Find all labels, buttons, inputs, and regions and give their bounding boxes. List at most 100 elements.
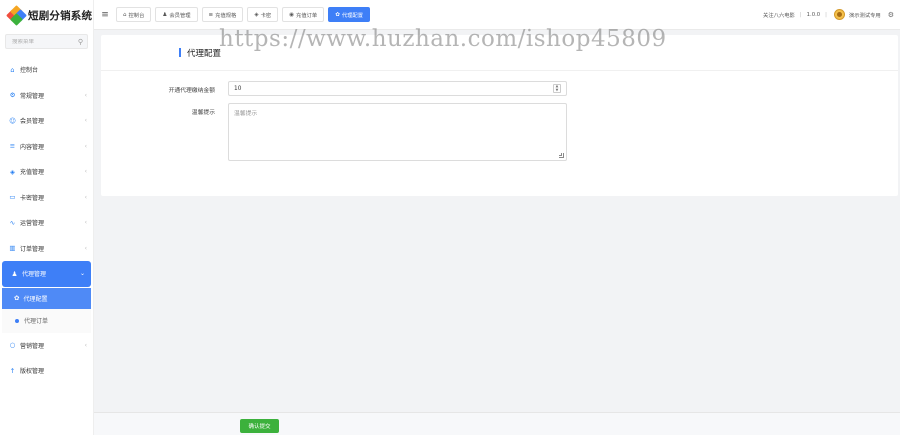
search-icon[interactable]: ⚲: [78, 38, 83, 46]
follow-link[interactable]: 关注八六电影: [763, 11, 795, 19]
chevron-left-icon: ‹: [84, 244, 87, 252]
chevron-left-icon: ‹: [84, 341, 87, 349]
sidebar-item-agents[interactable]: ♟ 代理管理 ⌄: [2, 261, 91, 287]
chevron-left-icon: ‹: [84, 142, 87, 150]
submit-button[interactable]: 确认提交: [240, 419, 279, 433]
tip-label: 温馨提示: [191, 110, 215, 116]
number-spinner[interactable]: ▲ ▼: [553, 84, 561, 93]
sidebar-item-label: 会员管理: [20, 118, 45, 126]
resize-handle-icon[interactable]: [559, 153, 564, 158]
sidebar-item-operations[interactable]: ∿ 运营管理 ‹: [0, 210, 93, 236]
top-header: ≡ ⌂ 控制台 ♟ 会员管理 ≡ 充值规格 ◈ 卡密 ◉ 充值订单 ✿ 代理配置…: [94, 0, 900, 30]
settings-icon[interactable]: ⚙: [888, 11, 894, 19]
sidebar-item-copyright[interactable]: ↑ 版权管理: [0, 358, 93, 384]
app-logo[interactable]: 短剧分销系统: [0, 0, 93, 30]
sidebar-item-label: 订单管理: [20, 245, 45, 253]
home-icon: ⌂: [10, 65, 15, 74]
chart-line-icon: ∿: [9, 218, 16, 227]
form-row-tip: 温馨提示 温馨提示: [101, 103, 567, 161]
tip-value: 温馨提示: [234, 111, 258, 117]
sidebar-item-label: 内容管理: [20, 143, 45, 151]
card-icon: ▭: [9, 193, 16, 202]
sidebar-item-dashboard[interactable]: ⌂ 控制台: [0, 57, 93, 83]
sidebar-item-label: 版权管理: [20, 368, 45, 376]
users-icon: ♟: [11, 269, 18, 278]
menu-search-input[interactable]: [12, 38, 72, 45]
gear-icon: ✿: [335, 11, 340, 18]
sidebar-subitem-agent-orders[interactable]: 代理订单: [2, 308, 91, 333]
sidebar-item-label: 控制台: [20, 67, 39, 75]
form-row-amount: 开通代理缴纳金额 10 ▲ ▼: [101, 81, 567, 96]
sidebar-item-label: 营销管理: [20, 342, 45, 350]
sidebar-item-general[interactable]: ⚙ 常规管理 ‹: [0, 83, 93, 109]
sidebar-item-label: 代理管理: [22, 271, 47, 279]
tab-label: 充值规格: [215, 12, 237, 19]
tab-label: 卡密: [260, 12, 272, 19]
diamond-icon: ◈: [254, 11, 259, 18]
tab-recharge-specs[interactable]: ≡ 充值规格: [201, 7, 244, 22]
logo-icon: [6, 5, 27, 26]
tab-label: 代理配置: [341, 12, 364, 19]
chevron-left-icon: ‹: [84, 219, 87, 227]
amount-input[interactable]: 10 ▲ ▼: [228, 81, 567, 96]
dot-icon: [15, 318, 19, 323]
tab-label: 充值订单: [296, 12, 318, 19]
page-title: 代理配置: [187, 48, 222, 59]
amount-value: 10: [234, 85, 242, 92]
divider: |: [825, 11, 827, 18]
list-icon: ≡: [9, 142, 16, 151]
user-name[interactable]: 演示测试专用: [849, 11, 881, 19]
arrow-up-icon: ↑: [9, 366, 16, 375]
panel-header: 代理配置: [101, 35, 898, 71]
tab-label: 会员管理: [169, 12, 191, 19]
tab-agent-config[interactable]: ✿ 代理配置: [328, 7, 371, 22]
config-panel: 代理配置 开通代理缴纳金额 10 ▲ ▼ 温馨提示 温馨提示: [101, 35, 898, 196]
sidebar-item-members[interactable]: ☺ 会员管理 ‹: [0, 108, 93, 134]
bar-chart-icon: ▥: [9, 244, 16, 253]
sidebar-subitem-agent-config[interactable]: ✿ 代理配置: [2, 287, 91, 309]
sidebar-item-label: 运营管理: [20, 220, 45, 228]
version-label: 1.0.0: [806, 11, 821, 18]
tab-dashboard[interactable]: ⌂ 控制台: [116, 7, 152, 22]
sidebar-item-content[interactable]: ≡ 内容管理 ‹: [0, 134, 93, 160]
menu-search[interactable]: ⚲: [5, 34, 88, 49]
tab-label: 控制台: [128, 12, 145, 19]
spinner-down-icon[interactable]: ▼: [556, 88, 559, 93]
chevron-left-icon: ‹: [84, 193, 87, 201]
header-right: 关注八六电影 | 1.0.0 | 演示测试专用 ⚙: [763, 9, 900, 20]
gear-icon: ✿: [14, 294, 20, 302]
tab-bar: ⌂ 控制台 ♟ 会员管理 ≡ 充值规格 ◈ 卡密 ◉ 充值订单 ✿ 代理配置: [116, 7, 371, 22]
sidebar-nav: ⌂ 控制台 ⚙ 常规管理 ‹ ☺ 会员管理 ‹ ≡ 内容管理 ‹ ◈ 充值管理 …: [0, 57, 93, 384]
sidebar: 短剧分销系统 ⚲ ⌂ 控制台 ⚙ 常规管理 ‹ ☺ 会员管理 ‹ ≡ 内容管理 …: [0, 0, 94, 435]
form-footer: 确认提交: [94, 412, 900, 435]
sidebar-item-label: 卡密管理: [20, 194, 45, 202]
tab-cards[interactable]: ◈ 卡密: [247, 7, 279, 22]
tip-textarea[interactable]: 温馨提示: [228, 103, 567, 161]
avatar[interactable]: [833, 9, 845, 20]
divider: |: [799, 11, 802, 18]
tab-recharge-orders[interactable]: ◉ 充值订单: [282, 7, 325, 22]
user-icon: ♟: [162, 11, 168, 18]
chevron-left-icon: ‹: [84, 117, 87, 125]
user-icon: ☺: [9, 116, 16, 125]
amount-label: 开通代理缴纳金额: [168, 88, 215, 94]
sidebar-subitem-label: 代理订单: [24, 318, 49, 325]
sidebar-subitem-label: 代理配置: [23, 295, 48, 303]
home-icon: ⌂: [123, 11, 127, 18]
sidebar-item-label: 充值管理: [20, 169, 45, 177]
cogs-icon: ⚙: [9, 91, 16, 100]
sidebar-item-recharge[interactable]: ◈ 充值管理 ‹: [0, 159, 93, 185]
menu-toggle-icon[interactable]: ≡: [94, 10, 116, 20]
chevron-left-icon: ‹: [84, 91, 87, 99]
list-icon: ≡: [208, 11, 214, 18]
sidebar-item-orders[interactable]: ▥ 订单管理 ‹: [0, 236, 93, 262]
sidebar-item-cards[interactable]: ▭ 卡密管理 ‹: [0, 185, 93, 211]
title-accent-bar: [179, 48, 181, 57]
app-title: 短剧分销系统: [28, 9, 93, 22]
sidebar-item-label: 常规管理: [20, 92, 45, 100]
tab-members[interactable]: ♟ 会员管理: [155, 7, 198, 22]
circle-icon: ○: [9, 341, 16, 350]
chevron-left-icon: ‹: [84, 168, 87, 176]
coin-icon: ◉: [289, 11, 295, 18]
sidebar-item-marketing[interactable]: ○ 营销管理 ‹: [0, 333, 93, 359]
